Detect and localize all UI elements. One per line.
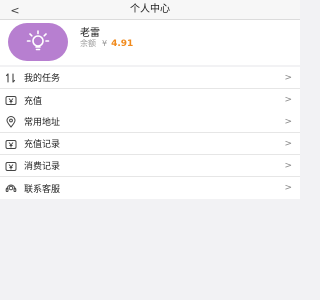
- recharge-record-icon: [4, 137, 18, 151]
- customer-service-icon: [4, 181, 18, 195]
- chevron-right-icon: >: [284, 117, 292, 127]
- menu-item-label: 常用地址: [24, 118, 61, 128]
- chevron-right-icon: >: [284, 73, 292, 83]
- chevron-right-icon: >: [284, 161, 292, 171]
- currency-symbol: ¥: [102, 39, 108, 48]
- balance-label: 余额: [80, 39, 96, 48]
- menu-item-spending-history[interactable]: 消费记录 >: [0, 155, 300, 177]
- page-title: 个人中心: [130, 4, 170, 15]
- menu-item-recharge-history[interactable]: 充值记录 >: [0, 133, 300, 155]
- spending-record-icon: [4, 159, 18, 173]
- chevron-right-icon: >: [284, 95, 292, 105]
- menu-item-label: 充值: [24, 96, 43, 107]
- balance-value: 4.91: [111, 39, 134, 49]
- username: 老雷: [80, 28, 100, 39]
- menu-item-customer-service[interactable]: 联系客服 >: [0, 177, 300, 199]
- menu-item-recharge[interactable]: 充值 >: [0, 89, 300, 111]
- location-pin-icon: [4, 115, 18, 129]
- top-nav-bar: < 个人中心: [0, 0, 300, 20]
- profile-card: 老雷 余额 ¥ 4.91: [0, 20, 300, 65]
- avatar[interactable]: [8, 23, 68, 61]
- lightbulb-icon: [26, 30, 50, 51]
- menu-item-addresses[interactable]: 常用地址 >: [0, 111, 300, 133]
- menu-item-label: 充值记录: [24, 140, 61, 150]
- menu-item-label: 我的任务: [24, 74, 61, 84]
- menu-item-label: 消费记录: [24, 162, 61, 172]
- menu-group-primary: 我的任务 > 充值 >: [0, 67, 300, 111]
- balance-row: 余额 ¥ 4.91: [80, 38, 133, 49]
- menu-item-label: 联系客服: [24, 184, 61, 195]
- task-sort-icon: [4, 71, 18, 85]
- menu-group-secondary: 常用地址 > 充值记录 > 消费记录 > 联系客服 >: [0, 111, 300, 199]
- recharge-wallet-icon: [4, 93, 18, 107]
- menu-item-my-tasks[interactable]: 我的任务 >: [0, 67, 300, 89]
- chevron-right-icon: >: [284, 183, 292, 193]
- chevron-right-icon: >: [284, 139, 292, 149]
